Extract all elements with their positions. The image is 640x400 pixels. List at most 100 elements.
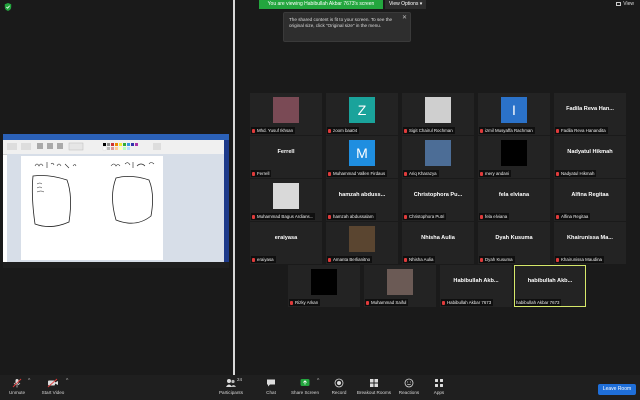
participant-tile[interactable]: Iizmil Musyaffa Rachman	[478, 93, 550, 135]
participant-tile[interactable]: Christophora Pu... Christophora Putri	[402, 179, 474, 221]
muted-mic-icon	[404, 214, 407, 219]
participants-icon	[226, 379, 236, 387]
participant-tile[interactable]: Ariq Kharazya	[402, 136, 474, 178]
smiley-icon	[404, 378, 414, 388]
participant-name-label: Habibullah Akbar 7673	[441, 299, 494, 306]
muted-mic-icon	[556, 128, 559, 133]
shared-drawing-canvas	[21, 156, 163, 260]
participant-name: Sigit Chairul Rochman	[409, 128, 453, 133]
viewing-banner: You are viewing Habibullah Akbar 7673's …	[259, 0, 383, 9]
participant-name-label: Nadyatul Hikmah	[555, 170, 597, 177]
participant-tile[interactable]: Habibullah Akb... Habibullah Akbar 7673	[440, 265, 512, 307]
participant-name: mery andani	[485, 171, 510, 176]
participant-tile[interactable]: Nadyatul Hikmah Nadyatul Hikmah	[554, 136, 626, 178]
participant-name: Ferrell	[257, 171, 270, 176]
apps-button[interactable]: Apps	[419, 378, 459, 395]
participant-name-label: Muhammad Vallen Firdaus	[327, 170, 388, 177]
participant-name-label: hamzah abdussalam	[327, 213, 376, 220]
participant-name-label: fela elviana	[479, 213, 510, 220]
muted-mic-icon	[366, 300, 369, 305]
participant-name-label: Fadila Reva Hanandita	[555, 127, 608, 134]
record-icon	[334, 378, 344, 388]
participant-display-name: Dyah Kusuma	[495, 235, 533, 241]
participant-initial-avatar: Z	[349, 97, 375, 123]
participant-display-name: Christophora Pu...	[413, 192, 463, 198]
chat-label: Chat	[266, 390, 276, 395]
participants-button[interactable]: Participants	[211, 378, 251, 395]
participant-tile[interactable]: habibullah Akb... habibullah Akbar 7673	[514, 265, 586, 307]
muted-mic-icon	[404, 128, 407, 133]
participants-count: 24	[237, 377, 243, 382]
participant-name: Alfina Regitaa	[561, 214, 589, 219]
view-options-button[interactable]: View Options ▾	[385, 0, 427, 9]
breakout-rooms-button[interactable]: Breakout Rooms	[354, 378, 394, 395]
participant-name: habibullah Akbar 7673	[516, 300, 560, 305]
participant-name: Amanta Berlianitno	[333, 257, 371, 262]
participant-name-label: mery andani	[479, 170, 512, 177]
unmute-options-caret[interactable]: ^	[28, 378, 30, 384]
participant-tile[interactable]: Muhammad Bagus Ardians...	[250, 179, 322, 221]
participant-tile[interactable]: fela elviana fela elviana	[478, 179, 550, 221]
video-options-caret[interactable]: ^	[66, 378, 68, 384]
microphone-muted-icon	[12, 378, 22, 388]
participant-tile[interactable]: Muhammad Saiful	[364, 265, 436, 307]
share-screen-label: Share Screen	[290, 390, 320, 395]
muted-mic-icon	[480, 214, 483, 219]
split-divider[interactable]	[233, 0, 235, 375]
record-button[interactable]: Record	[319, 378, 359, 395]
participant-name-label: Ariq Kharazya	[403, 170, 439, 177]
muted-mic-icon	[556, 214, 559, 219]
participant-tile[interactable]: Fadila Reva Han... Fadila Reva Hanandita	[554, 93, 626, 135]
leave-room-button[interactable]: Leave Room	[598, 384, 636, 395]
fit-to-screen-tooltip: The shared content is fit to your screen…	[283, 12, 411, 42]
meeting-toolbar: Unmute ^ Start Video ^ Participants 24 C…	[0, 375, 640, 400]
participant-initial-avatar: I	[501, 97, 527, 123]
chat-icon	[267, 379, 275, 387]
participant-name: Habibullah Akbar 7673	[447, 300, 492, 305]
muted-mic-icon	[328, 214, 331, 219]
participant-display-name: eraiyasa	[274, 235, 298, 241]
participant-tile[interactable]: Zzoom baa04	[326, 93, 398, 135]
participant-tile[interactable]: Sigit Chairul Rochman	[402, 93, 474, 135]
participant-tile[interactable]: Alfina Regitaa Alfina Regitaa	[554, 179, 626, 221]
participant-name: Fadila Reva Hanandita	[561, 128, 606, 133]
view-options-label: View Options	[389, 1, 419, 7]
participant-tile[interactable]: Khairunissa Ma... Khairunissa Maudina	[554, 222, 626, 264]
close-icon[interactable]: ✕	[402, 15, 407, 21]
participant-name: zoom baa04	[333, 128, 358, 133]
participant-tile[interactable]: mery andani	[478, 136, 550, 178]
share-screen-icon	[300, 379, 310, 386]
participant-display-name: Khairunissa Ma...	[566, 235, 613, 241]
participant-display-name: Ferrell	[277, 149, 295, 155]
participant-tile[interactable]: Dyah Kusuma Dyah Kusuma	[478, 222, 550, 264]
chevron-down-icon: ▾	[419, 1, 423, 7]
shield-icon[interactable]	[4, 3, 12, 11]
participant-tile[interactable]: Mhd. Yusuf Ikhsan	[250, 93, 322, 135]
participant-name-label: Amanta Berlianitno	[327, 256, 373, 263]
participant-avatar	[387, 269, 413, 295]
participant-avatar	[349, 226, 375, 252]
participant-display-name: Alfina Regitaa	[571, 192, 609, 198]
muted-mic-icon	[556, 171, 559, 176]
muted-mic-icon	[328, 257, 331, 262]
participant-name: Mhd. Yusuf Ikhsan	[257, 128, 294, 133]
participant-name: izmil Musyaffa Rachman	[485, 128, 533, 133]
participant-tile[interactable]: eraiyasa eraiyasa	[250, 222, 322, 264]
tooltip-text: The shared content is fit to your screen…	[289, 17, 393, 28]
participant-tile[interactable]: Amanta Berlianitno	[326, 222, 398, 264]
participant-initial-avatar: M	[349, 140, 375, 166]
participant-tile[interactable]: hamzah abduss... hamzah abdussalam	[326, 179, 398, 221]
reactions-label: Reactions	[398, 390, 420, 395]
view-button[interactable]: View	[616, 1, 634, 7]
participant-tile[interactable]: Nhisha Aulia Nhisha Aulia	[402, 222, 474, 264]
participant-name-label: Muhammad Saiful	[365, 299, 409, 306]
participant-display-name: Habibullah Akb...	[453, 278, 499, 284]
muted-mic-icon	[556, 257, 559, 262]
participant-tile[interactable]: Rizky Arkan	[288, 265, 360, 307]
unmute-button[interactable]: Unmute	[0, 378, 37, 395]
participant-name-label: Dyah Kusuma	[479, 256, 515, 263]
participant-tile[interactable]: Ferrell Ferrell	[250, 136, 322, 178]
participant-name: Nhisha Aulia	[409, 257, 434, 262]
muted-mic-icon	[480, 257, 483, 262]
participant-tile[interactable]: M Muhammad Vallen Firdaus	[326, 136, 398, 178]
